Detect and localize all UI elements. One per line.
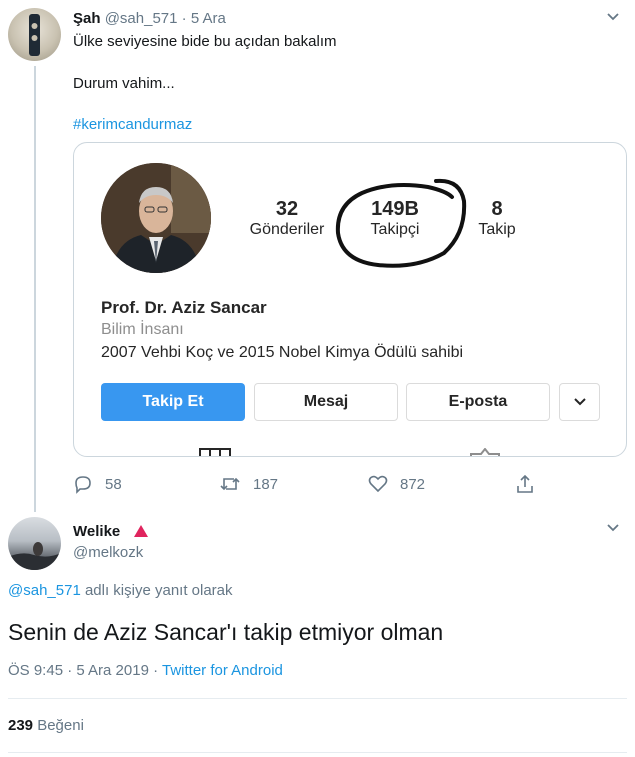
follow-button: Takip Et bbox=[101, 383, 245, 421]
tweet-text: Senin de Aziz Sancar'ı takip etmiyor olm… bbox=[8, 619, 444, 645]
profile-name: Prof. Dr. Aziz Sancar bbox=[101, 298, 267, 317]
tweet-source-link[interactable]: Twitter for Android bbox=[162, 662, 283, 679]
tweet-text-line: Durum vahim... bbox=[73, 75, 175, 92]
heart-icon bbox=[368, 475, 388, 493]
avatar-photo-icon bbox=[8, 542, 61, 570]
tweet-header: Şah @sah_571 · 5 Ara bbox=[73, 9, 226, 29]
tagged-icon bbox=[470, 448, 500, 456]
email-button: E-posta bbox=[406, 383, 550, 421]
chevron-down-icon[interactable] bbox=[606, 12, 620, 22]
hand-drawn-circle-icon bbox=[335, 178, 467, 268]
tweet-time[interactable]: 5 Ara bbox=[191, 10, 226, 27]
reply-context: @sah_571 adlı kişiye yanıt olarak bbox=[8, 582, 233, 599]
embedded-image[interactable]: 32 Gönderiler 149B Takipçi 8 Takip Prof.… bbox=[73, 142, 627, 457]
likes-count: 239 bbox=[8, 717, 34, 734]
author-handle[interactable]: @melkozk bbox=[73, 544, 143, 561]
author-name[interactable]: Welike bbox=[73, 523, 120, 540]
share-action[interactable] bbox=[515, 474, 547, 494]
like-count: 872 bbox=[400, 475, 426, 493]
posts-label: Gönderiler bbox=[249, 221, 325, 238]
reply-icon bbox=[75, 476, 91, 494]
divider bbox=[8, 698, 627, 699]
likes-label: Beğeni bbox=[33, 717, 84, 734]
profile-bio: 2007 Vehbi Koç ve 2015 Nobel Kimya Ödülü… bbox=[101, 344, 464, 361]
profile-photo bbox=[101, 163, 211, 273]
chevron-down-icon bbox=[573, 398, 586, 406]
tweet-actions: 58 187 872 bbox=[73, 474, 613, 496]
reply-count: 58 bbox=[105, 475, 122, 493]
message-button: Mesaj bbox=[254, 383, 398, 421]
posts-stat: 32 Gönderiler bbox=[242, 198, 332, 240]
author-name[interactable]: Şah bbox=[73, 10, 101, 27]
share-icon bbox=[517, 474, 533, 493]
reply-context-text: adlı kişiye yanıt olarak bbox=[80, 582, 233, 599]
retweet-action[interactable]: 187 bbox=[219, 474, 278, 494]
separator: · bbox=[181, 10, 187, 27]
grid-icon bbox=[199, 448, 231, 456]
author-handle[interactable]: @sah_571 bbox=[105, 10, 178, 27]
following-stat: 8 Takip bbox=[472, 198, 522, 240]
following-label: Takip bbox=[478, 221, 516, 238]
profile-category: Bilim İnsanı bbox=[101, 321, 184, 338]
person-portrait-icon bbox=[101, 163, 211, 273]
reply-action[interactable]: 58 bbox=[73, 474, 122, 494]
like-action[interactable]: 872 bbox=[368, 474, 425, 494]
likes-summary[interactable]: 239 Beğeni bbox=[8, 717, 84, 734]
more-options-button bbox=[559, 383, 600, 421]
avatar[interactable] bbox=[8, 517, 61, 570]
retweet-icon bbox=[220, 477, 240, 491]
avatar[interactable] bbox=[8, 8, 61, 61]
hashtag-link[interactable]: #kerimcandurmaz bbox=[73, 115, 192, 135]
warning-triangle-icon bbox=[134, 525, 148, 537]
reply-mention-link[interactable]: @sah_571 bbox=[8, 582, 81, 599]
retweet-count: 187 bbox=[253, 475, 279, 493]
tweet-text-line: Ülke seviyesine bide bu açıdan bakalım bbox=[73, 33, 337, 50]
following-count: 8 bbox=[491, 198, 503, 220]
thread-line bbox=[34, 66, 36, 512]
posts-count: 32 bbox=[275, 198, 299, 220]
divider bbox=[8, 752, 627, 753]
tweet-timestamp[interactable]: ÖS 9:45 · 5 Ara 2019 · bbox=[8, 662, 162, 679]
avatar-figure-icon bbox=[29, 14, 40, 56]
tweet-meta: ÖS 9:45 · 5 Ara 2019 · Twitter for Andro… bbox=[8, 662, 283, 679]
chevron-down-icon[interactable] bbox=[606, 523, 620, 533]
